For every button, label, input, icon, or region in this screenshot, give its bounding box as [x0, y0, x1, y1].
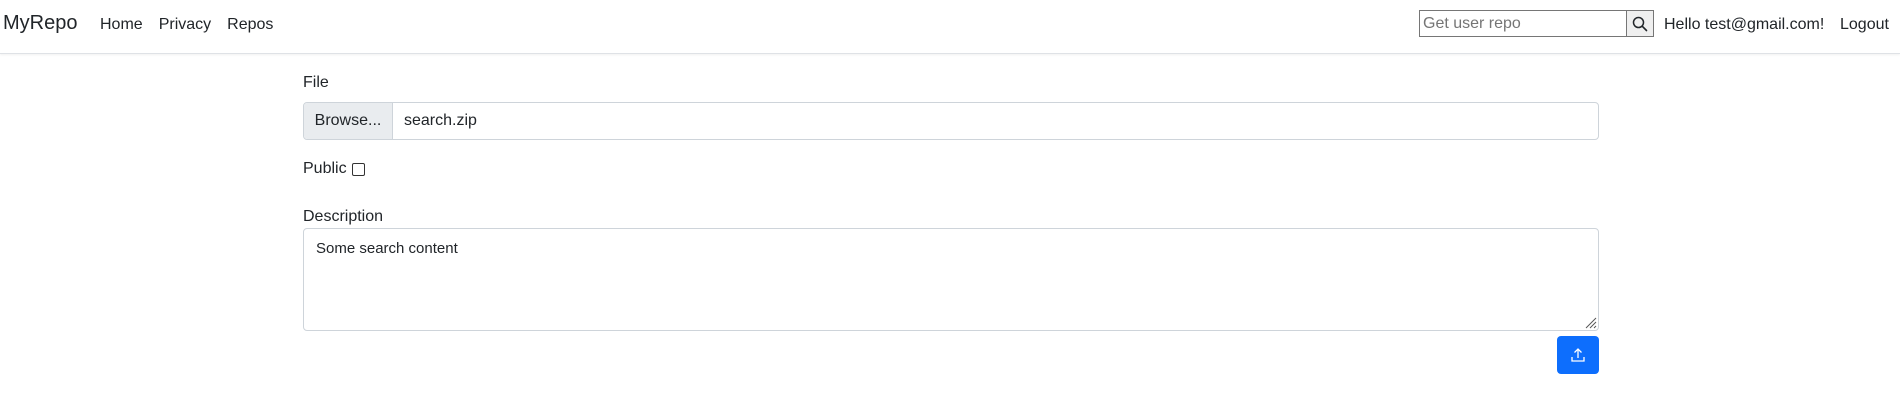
upload-icon [1571, 348, 1585, 362]
browse-button[interactable]: Browse... [304, 103, 393, 139]
brand-link[interactable]: MyRepo [3, 12, 77, 35]
selected-file-name: search.zip [404, 112, 477, 129]
nav-link-home[interactable]: Home [100, 16, 143, 34]
search-form [1419, 10, 1654, 37]
logout-link[interactable]: Logout [1840, 16, 1889, 34]
resize-grip-icon[interactable] [1583, 315, 1597, 329]
upload-button[interactable] [1557, 336, 1599, 374]
user-greeting: Hello test@gmail.com! [1664, 16, 1825, 33]
nav-link-repos[interactable]: Repos [227, 16, 273, 34]
file-label: File [303, 74, 329, 91]
public-row: Public [303, 160, 365, 178]
search-button[interactable] [1626, 10, 1654, 37]
description-text: Some search content [316, 240, 458, 257]
public-checkbox[interactable] [351, 162, 365, 176]
file-input[interactable]: Browse... search.zip [303, 102, 1599, 140]
description-textarea[interactable]: Some search content [303, 228, 1599, 331]
nav-links: Home Privacy Repos [100, 16, 273, 34]
search-input[interactable] [1419, 10, 1626, 37]
description-label: Description [303, 208, 384, 225]
navbar: MyRepo Home Privacy Repos Hello test@gma… [0, 0, 1900, 54]
public-label: Public [303, 160, 347, 177]
nav-link-privacy[interactable]: Privacy [159, 16, 211, 34]
search-icon [1632, 16, 1648, 31]
